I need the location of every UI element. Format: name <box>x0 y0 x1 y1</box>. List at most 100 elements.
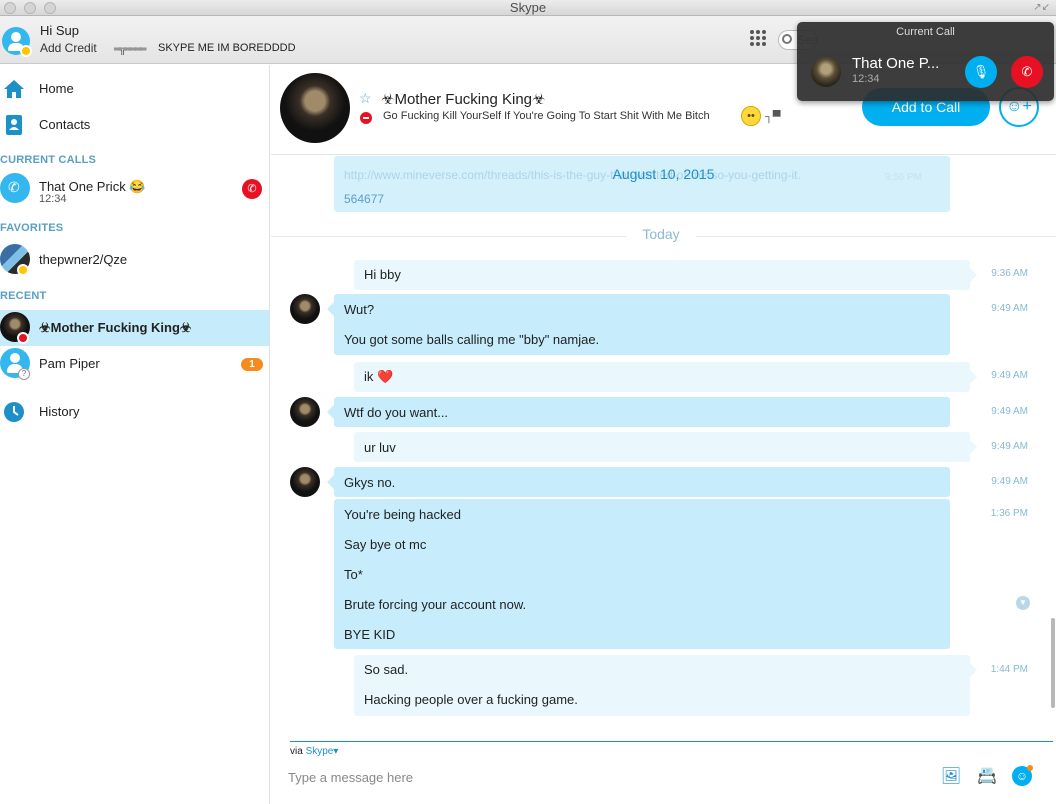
message-bubble-incoming: You're being hacked Say bye ot mc To* Br… <box>334 499 950 649</box>
older-message: http://www.mineverse.com/threads/this-is… <box>334 156 950 212</box>
message-time: 9:49 AM <box>991 303 1028 314</box>
via-text: via <box>290 746 303 757</box>
fullscreen-icon[interactable]: ↗↙ <box>1033 2 1050 13</box>
message-text: To* <box>344 567 363 582</box>
sidebar: Home Contacts CURRENT CALLS ✆ That One P… <box>0 65 270 804</box>
message-time: 9:49 AM <box>991 370 1028 381</box>
contact-name: ☣Mother Fucking King☣ <box>39 320 192 335</box>
profile-avatar[interactable] <box>2 27 32 57</box>
current-call-time: 12:34 <box>39 193 67 205</box>
current-calls-header: CURRENT CALLS <box>0 154 97 166</box>
call-avatar <box>811 57 841 87</box>
title-bar: Skype ↗↙ <box>0 0 1056 16</box>
mood-message[interactable]: SKYPE ME IM BOREDDDD <box>158 42 296 54</box>
call-name[interactable]: That One P... <box>852 55 939 72</box>
away-status-icon <box>20 45 32 57</box>
message-history[interactable]: http://www.mineverse.com/threads/this-is… <box>271 156 1056 740</box>
conversation-name: ☣Mother Fucking King☣ <box>381 91 546 108</box>
message-time: 1:36 PM <box>990 508 1028 519</box>
neutral-face-icon: •• <box>741 106 761 126</box>
sender-avatar[interactable] <box>290 467 320 497</box>
scrollbar[interactable] <box>1051 618 1055 708</box>
message-time: 9:36 AM <box>991 268 1028 279</box>
contact-name: Pam Piper <box>39 356 100 371</box>
message-text: ur luv <box>364 440 396 455</box>
call-time: 12:34 <box>852 73 880 85</box>
unknown-status-icon: ? <box>18 368 30 380</box>
dialpad-icon[interactable] <box>750 30 766 46</box>
recent-header: RECENT <box>0 290 47 302</box>
hangup-button[interactable]: ✆ <box>1011 56 1043 88</box>
today-separator: Today <box>626 226 696 242</box>
message-text: So sad. <box>364 662 409 677</box>
message-bubble-outgoing: So sad. Hacking people over a fucking ga… <box>354 655 977 716</box>
favorite-star-icon[interactable]: ☆ <box>359 90 372 107</box>
sidebar-item-mother-fucking-king[interactable]: ☣Mother Fucking King☣ <box>0 310 269 346</box>
sidebar-item-contacts[interactable]: Contacts <box>0 107 269 143</box>
sidebar-item-home[interactable]: Home <box>0 71 269 107</box>
call-popup-title: Current Call <box>896 26 955 38</box>
compose-area: via Skype▾ 🖼 📇 ☺ <box>271 740 1056 804</box>
gun-icon: ┐▀ <box>765 111 781 123</box>
message-bubble-incoming: Gkys no. <box>327 467 950 497</box>
sidebar-item-label: History <box>39 404 80 419</box>
window-title: Skype <box>509 0 547 15</box>
sidebar-item-pam-piper[interactable]: ? Pam Piper 1 <box>0 346 269 382</box>
message-bubble-outgoing: ik ❤️ <box>354 362 977 392</box>
contacts-icon <box>6 115 22 135</box>
current-call-popup: Current Call That One P... 12:34 🎙 ✆ <box>797 22 1054 101</box>
do-not-disturb-status-icon <box>360 112 372 124</box>
message-time: 9:49 AM <box>991 441 1028 452</box>
profile-name[interactable]: Hi Sup <box>40 23 79 38</box>
notification-dot <box>1027 765 1033 771</box>
message-text: Say bye ot mc <box>344 537 427 552</box>
message-bubble-incoming: Wut? You got some balls calling me "bby"… <box>327 294 950 355</box>
message-link-continued[interactable]: 564677 <box>344 192 384 206</box>
do-not-disturb-status-icon <box>17 332 29 344</box>
divider <box>290 741 1053 742</box>
person-icon <box>10 353 20 363</box>
message-text: Hi bby <box>364 267 401 282</box>
sidebar-item-thepwner2[interactable]: thepwner2/Qze <box>0 242 269 278</box>
message-text: BYE KID <box>344 627 396 642</box>
via-service-dropdown[interactable]: Skype▾ <box>306 746 339 757</box>
conversation-avatar[interactable] <box>280 73 350 143</box>
message-bubble-outgoing: ur luv <box>354 432 977 462</box>
message-time: 1:44 PM <box>990 664 1028 675</box>
unread-count-badge: 1 <box>241 358 263 371</box>
send-file-icon[interactable]: 🖼 <box>940 766 962 786</box>
scroll-down-icon[interactable]: ▼ <box>1016 596 1030 610</box>
gun-icon: ═╦════ <box>114 44 146 55</box>
home-icon <box>4 80 24 98</box>
phone-icon: ✆ <box>8 179 20 195</box>
away-status-icon <box>17 264 29 276</box>
person-icon <box>11 32 21 42</box>
clock-icon <box>4 402 24 422</box>
message-time: 9:49 AM <box>991 476 1028 487</box>
search-icon[interactable] <box>782 34 792 44</box>
via-label: via Skype▾ <box>290 746 338 757</box>
date-banner: August 10, 2015 <box>612 166 715 182</box>
message-bubble-outgoing: Hi bby <box>354 260 977 290</box>
contact-name: thepwner2/Qze <box>39 252 128 267</box>
message-text: You're being hacked <box>344 507 461 522</box>
message-text: Brute forcing your account now. <box>344 597 527 612</box>
message-text: Hacking people over a fucking game. <box>364 692 578 707</box>
sidebar-item-label: Contacts <box>39 117 91 132</box>
message-text: You got some balls calling me "bby" namj… <box>344 332 600 347</box>
microphone-icon[interactable]: 🎙 <box>965 56 997 88</box>
sidebar-item-label: Home <box>39 81 74 96</box>
message-text: Wtf do you want... <box>344 405 449 420</box>
contact-card-icon[interactable]: 📇 <box>976 766 998 786</box>
add-credit-link[interactable]: Add Credit <box>40 41 97 55</box>
sidebar-item-history[interactable]: History <box>0 394 269 430</box>
message-text: Gkys no. <box>344 475 396 490</box>
message-input[interactable] <box>288 766 888 788</box>
conversation-mood: Go Fucking Kill YourSelf If You're Going… <box>383 110 710 122</box>
hangup-button[interactable]: ✆ <box>242 179 262 199</box>
sidebar-item-current-call[interactable]: ✆ That One Prick 😂 12:34 ✆ <box>0 171 269 207</box>
sender-avatar[interactable] <box>290 294 320 324</box>
message-text: Wut? <box>344 302 375 317</box>
message-time: 9:49 AM <box>991 406 1028 417</box>
sender-avatar[interactable] <box>290 397 320 427</box>
